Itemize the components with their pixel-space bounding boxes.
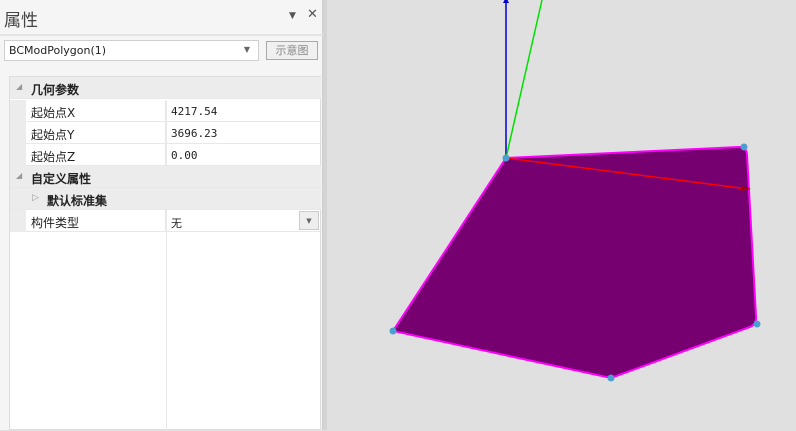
- expand-icon[interactable]: ▷: [32, 193, 39, 203]
- y-axis: [505, 0, 543, 159]
- chevron-down-icon: ▼: [243, 45, 250, 54]
- polygon[interactable]: [391, 145, 758, 380]
- property-name: 起始点Y: [31, 128, 75, 142]
- collapse-icon[interactable]: ◢: [16, 171, 22, 180]
- category-label: 几何参数: [31, 83, 80, 97]
- property-name: 起始点Z: [31, 150, 76, 164]
- property-row[interactable]: 构件类型 无 ▼: [10, 210, 321, 232]
- properties-panel: 属性 ▼ ✕ BCModPolygon(1) ▼ 示意图 ◢ 几何参数 起始点X 42…: [0, 0, 323, 431]
- panel-title: 属性: [4, 11, 38, 31]
- subcategory-default-set[interactable]: ▷ 默认标准集: [10, 188, 321, 210]
- category-label: 默认标准集: [47, 194, 108, 208]
- property-value[interactable]: 4217.54: [171, 105, 217, 118]
- category-geometry[interactable]: ◢ 几何参数: [10, 77, 321, 99]
- chevron-down-icon[interactable]: ▼: [299, 211, 319, 230]
- object-select-value: BCModPolygon(1): [9, 44, 107, 57]
- property-value[interactable]: 无: [171, 215, 182, 231]
- divider: [0, 34, 323, 36]
- collapse-icon[interactable]: ◢: [16, 82, 22, 91]
- 3d-viewport[interactable]: [327, 0, 796, 430]
- z-axis-arrow: [503, 0, 509, 3]
- property-row[interactable]: 起始点X 4217.54: [10, 100, 321, 122]
- property-row[interactable]: 起始点Y 3696.23: [10, 122, 321, 144]
- property-grid: ◢ 几何参数 起始点X 4217.54 起始点Y 3696.23 起始点Z 0.00 ◢…: [9, 76, 321, 431]
- category-label: 自定义属性: [31, 172, 92, 186]
- property-row[interactable]: 起始点Z 0.00: [10, 144, 321, 166]
- property-value[interactable]: 3696.23: [171, 127, 217, 140]
- diagram-button[interactable]: 示意图: [266, 41, 318, 60]
- dropdown-menu-icon[interactable]: ▼: [289, 11, 296, 21]
- vertex-handle[interactable]: [753, 320, 761, 328]
- close-icon[interactable]: ✕: [307, 7, 318, 22]
- object-select[interactable]: BCModPolygon(1) ▼: [4, 40, 259, 61]
- vertex-handle[interactable]: [607, 374, 615, 382]
- vertex-handle[interactable]: [740, 143, 748, 151]
- category-custom[interactable]: ◢ 自定义属性: [10, 166, 321, 188]
- property-value[interactable]: 0.00: [171, 149, 198, 162]
- property-name: 起始点X: [31, 106, 76, 120]
- property-name: 构件类型: [31, 216, 80, 230]
- vertex-handle[interactable]: [389, 327, 397, 335]
- vertex-handle[interactable]: [502, 154, 510, 162]
